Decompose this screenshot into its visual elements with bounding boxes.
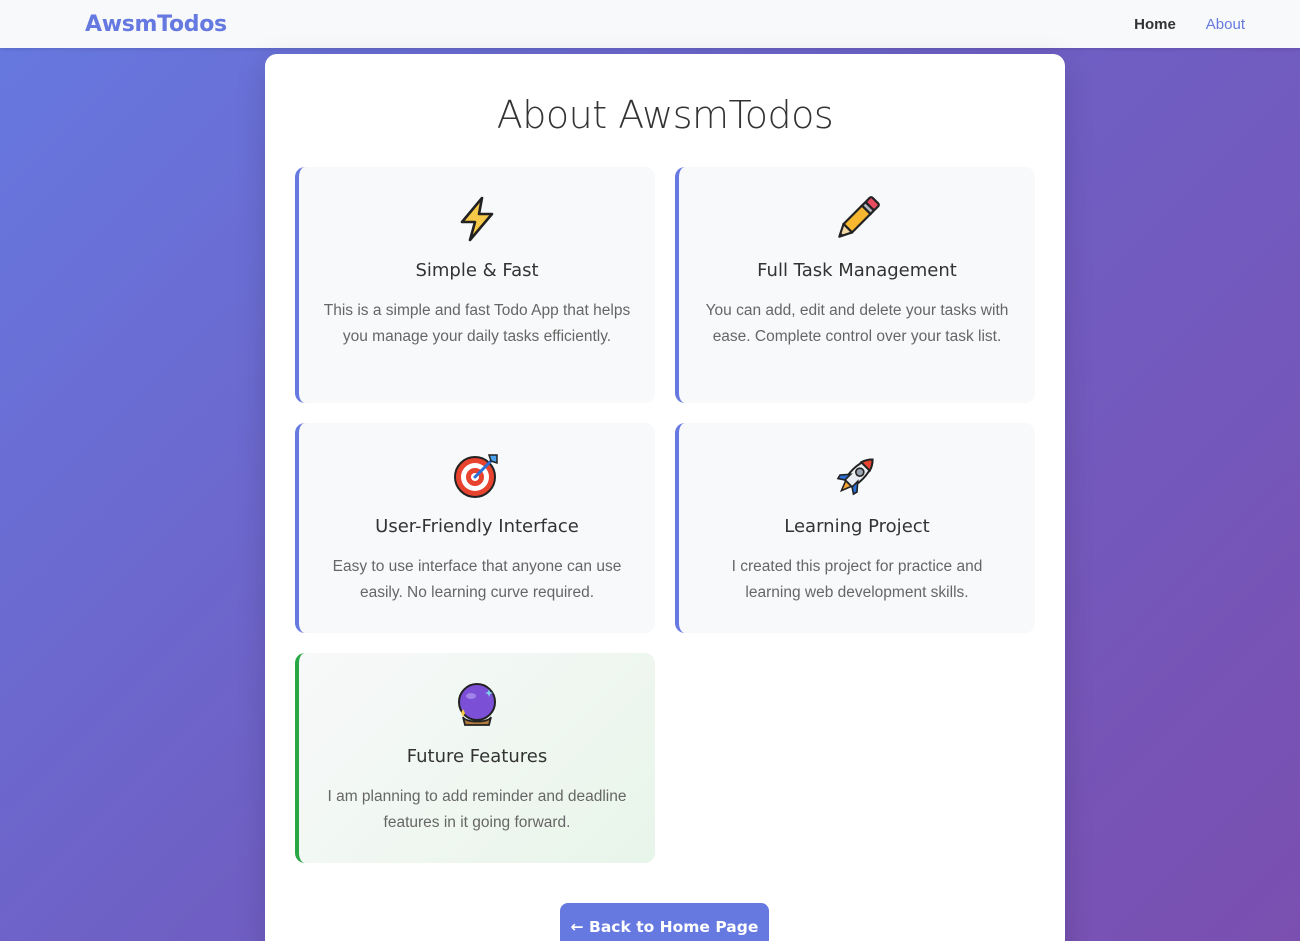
card-title: User-Friendly Interface [375, 516, 579, 537]
crystal-ball-icon [458, 683, 496, 726]
card-title: Full Task Management [757, 260, 957, 281]
about-container: About AwsmTodos Simple & Fast This is a … [265, 54, 1065, 941]
page-title: About AwsmTodos [496, 93, 834, 137]
nav-link-about[interactable]: About [1206, 16, 1245, 33]
card-description: I created this project for practice and … [731, 558, 983, 601]
lightning-icon [460, 196, 494, 242]
feature-card-user-friendly: User-Friendly Interface Easy to use inte… [295, 423, 655, 633]
feature-card-task-management: Full Task Management You can add, edit a… [675, 167, 1035, 403]
navbar: AwsmTodos Home About [0, 0, 1300, 48]
rocket-icon [836, 458, 874, 496]
target-icon [454, 454, 498, 498]
card-title: Simple & Fast [415, 260, 539, 281]
feature-card-future: Future Features I am planning to add rem… [295, 653, 655, 863]
card-title: Future Features [406, 746, 548, 767]
card-title: Learning Project [784, 516, 930, 537]
nav-links: Home About [1134, 16, 1245, 33]
pencil-icon [838, 196, 880, 238]
brand-logo[interactable]: AwsmTodos [85, 12, 227, 37]
back-to-home-button[interactable]: ← Back to Home Page [560, 903, 769, 941]
card-description: I am planning to add reminder and deadli… [327, 788, 627, 831]
nav-link-home[interactable]: Home [1134, 16, 1176, 33]
feature-card-simple-fast: Simple & Fast This is a simple and fast … [295, 167, 655, 403]
card-description: This is a simple and fast Todo App that … [323, 302, 631, 345]
card-description: Easy to use interface that anyone can us… [332, 558, 622, 601]
card-description: You can add, edit and delete your tasks … [705, 302, 1009, 345]
feature-card-learning: Learning Project I created this project … [675, 423, 1035, 633]
feature-grid: Simple & Fast This is a simple and fast … [295, 167, 1035, 863]
